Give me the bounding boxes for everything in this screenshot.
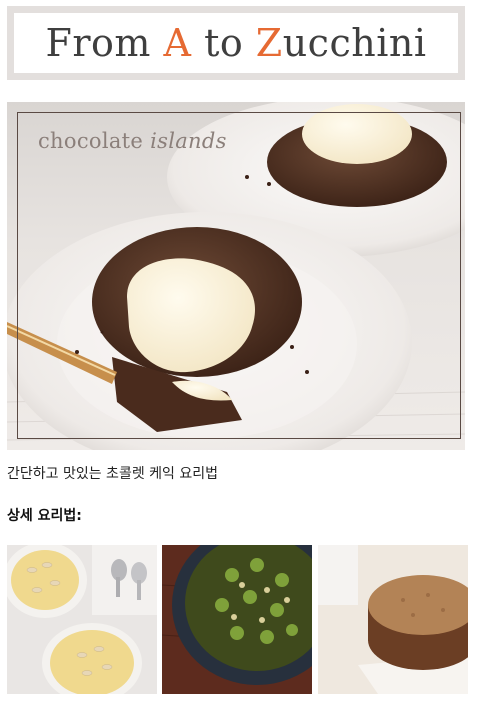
hero-image[interactable]: chocolate islands <box>7 102 465 450</box>
almond-pudding-photo <box>7 545 157 694</box>
site-title-part1: From <box>45 21 164 65</box>
almond-pudding-thumbnail[interactable] <box>7 545 157 694</box>
recipe-detail-heading[interactable]: 상세 요리법: <box>7 505 82 525</box>
site-banner[interactable]: From A to Zucchini <box>7 6 465 80</box>
hero-photo <box>7 102 465 450</box>
hero-caption-plain: chocolate <box>38 129 151 153</box>
almond-cake-thumbnail[interactable] <box>318 545 468 694</box>
banner-inner: From A to Zucchini <box>14 13 458 73</box>
site-title-accent-a: A <box>163 21 192 65</box>
brussels-sprouts-thumbnail[interactable] <box>162 545 312 694</box>
hero-caption-italic: islands <box>150 129 227 153</box>
site-title-part3: ucchini <box>282 21 427 65</box>
hero-caption: chocolate islands <box>38 129 227 153</box>
site-title-accent-z: Z <box>255 21 283 65</box>
almond-cake-photo <box>318 545 468 694</box>
site-title: From A to Zucchini <box>46 21 427 65</box>
brussels-sprouts-photo <box>162 545 312 694</box>
site-title-part2: to <box>191 21 256 65</box>
recipe-description: 간단하고 맛있는 초콜렛 케익 요리법 <box>7 466 218 482</box>
